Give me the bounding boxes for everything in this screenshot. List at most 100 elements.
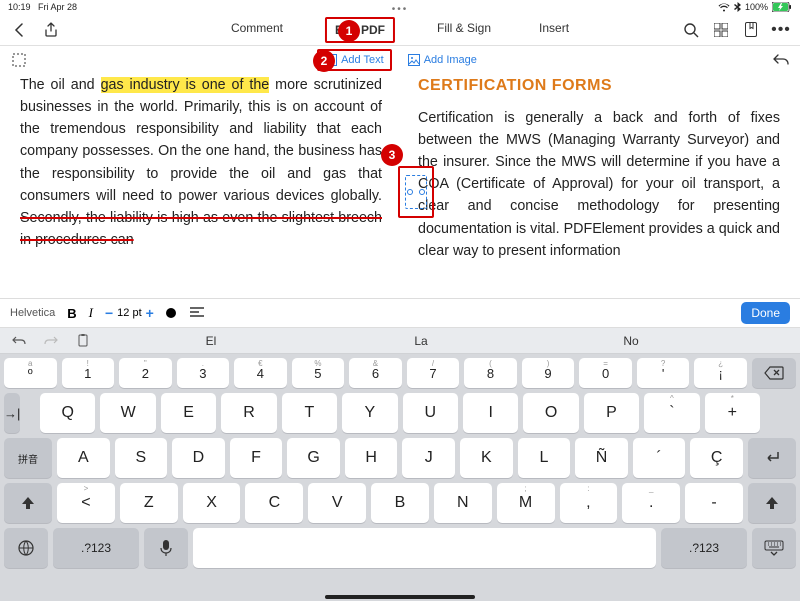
key-mic[interactable] xyxy=(144,528,188,568)
key-B[interactable]: B xyxy=(371,483,429,523)
font-size-increase[interactable]: + xyxy=(146,305,154,321)
handle-right[interactable] xyxy=(419,189,425,195)
key-Y[interactable]: Y xyxy=(342,393,397,433)
key-U[interactable]: U xyxy=(403,393,458,433)
key-8[interactable]: (8 xyxy=(464,358,517,388)
key-5[interactable]: %5 xyxy=(292,358,345,388)
new-text-box[interactable] xyxy=(398,166,434,218)
share-icon[interactable] xyxy=(42,21,60,39)
key-2[interactable]: "2 xyxy=(119,358,172,388)
key-D[interactable]: D xyxy=(172,438,225,478)
key-W[interactable]: W xyxy=(100,393,155,433)
kbd-redo-icon[interactable] xyxy=(42,335,60,347)
key-return[interactable] xyxy=(748,438,796,478)
key-¡[interactable]: ¿¡ xyxy=(694,358,747,388)
key-.[interactable]: _. xyxy=(622,483,680,523)
selection-tool-icon[interactable] xyxy=(10,51,28,69)
key-X[interactable]: X xyxy=(183,483,241,523)
key-3[interactable]: .3 xyxy=(177,358,230,388)
font-size-stepper: − 12 pt + xyxy=(105,305,154,321)
more-icon[interactable]: ••• xyxy=(772,21,790,39)
key-shift-right[interactable] xyxy=(748,483,796,523)
key-L[interactable]: L xyxy=(518,438,571,478)
key-1[interactable]: !1 xyxy=(62,358,115,388)
key-backspace[interactable] xyxy=(752,358,796,388)
key-dismiss-keyboard[interactable] xyxy=(752,528,796,568)
align-button[interactable] xyxy=(188,304,206,322)
doc-column-right[interactable]: Certification Forms Certification is gen… xyxy=(400,74,780,298)
tab-insert[interactable]: Insert xyxy=(533,17,575,43)
key-G[interactable]: G xyxy=(287,438,340,478)
key-numsym-left[interactable]: .?123 xyxy=(53,528,139,568)
font-size-decrease[interactable]: − xyxy=(105,305,113,321)
key-´[interactable]: ´ xyxy=(633,438,686,478)
key-,[interactable]: :, xyxy=(560,483,618,523)
key-K[interactable]: K xyxy=(460,438,513,478)
kbd-undo-icon[interactable] xyxy=(10,335,28,347)
search-icon[interactable] xyxy=(682,21,700,39)
wifi-icon xyxy=(718,3,730,12)
kbd-clipboard-icon[interactable] xyxy=(74,334,92,347)
suggestions: El La No xyxy=(106,334,736,348)
text-color-button[interactable] xyxy=(166,308,176,318)
doc-column-left[interactable]: The oil and gas industry is one of the m… xyxy=(20,74,400,298)
key-F[interactable]: F xyxy=(230,438,283,478)
key-V[interactable]: V xyxy=(308,483,366,523)
undo-icon[interactable] xyxy=(772,51,790,69)
key-4[interactable]: €4 xyxy=(234,358,287,388)
key-0[interactable]: =0 xyxy=(579,358,632,388)
key-I[interactable]: I xyxy=(463,393,518,433)
done-button[interactable]: Done xyxy=(741,302,790,324)
font-family-selector[interactable]: Helvetica xyxy=(10,307,55,319)
key-J[interactable]: J xyxy=(402,438,455,478)
key-space[interactable] xyxy=(193,528,656,568)
key-A[interactable]: A xyxy=(57,438,110,478)
handle-left[interactable] xyxy=(407,189,413,195)
home-indicator[interactable] xyxy=(325,595,475,599)
key-º[interactable]: aº xyxy=(4,358,57,388)
key-Ñ[interactable]: Ñ xyxy=(575,438,628,478)
back-button[interactable] xyxy=(10,21,28,39)
key-Q[interactable]: Q xyxy=(40,393,95,433)
bookmark-icon[interactable] xyxy=(742,21,760,39)
key-shift-left[interactable] xyxy=(4,483,52,523)
key-C[interactable]: C xyxy=(245,483,303,523)
key-R[interactable]: R xyxy=(221,393,276,433)
italic-button[interactable]: I xyxy=(89,305,93,321)
key-+[interactable]: *+ xyxy=(705,393,760,433)
text-box-selection[interactable] xyxy=(405,175,427,209)
key-E[interactable]: E xyxy=(161,393,216,433)
doc-left-post: more scrutinized businesses in the world… xyxy=(20,77,382,204)
key-N[interactable]: N xyxy=(434,483,492,523)
key-Ç[interactable]: Ç xyxy=(690,438,743,478)
key-pinyin[interactable]: 拼音 xyxy=(4,438,52,478)
key-P[interactable]: P xyxy=(584,393,639,433)
key--[interactable]: - xyxy=(685,483,743,523)
key-T[interactable]: T xyxy=(282,393,337,433)
key-tab[interactable]: →| xyxy=(4,393,20,433)
key-7[interactable]: /7 xyxy=(407,358,460,388)
key-Z[interactable]: Z xyxy=(120,483,178,523)
multitask-dots-icon[interactable]: ••• xyxy=(392,4,409,15)
key-H[interactable]: H xyxy=(345,438,398,478)
suggestion-1[interactable]: El xyxy=(106,334,316,348)
tab-fill-sign[interactable]: Fill & Sign xyxy=(431,17,497,43)
key-M[interactable]: ;M xyxy=(497,483,555,523)
key-S[interactable]: S xyxy=(115,438,168,478)
grid-icon[interactable] xyxy=(712,21,730,39)
bold-button[interactable]: B xyxy=(67,306,76,321)
key-O[interactable]: O xyxy=(523,393,578,433)
key-'[interactable]: ?' xyxy=(637,358,690,388)
secondary-toolbar: T Add Text Add Image xyxy=(0,46,800,74)
key-6[interactable]: &6 xyxy=(349,358,402,388)
key-<[interactable]: >< xyxy=(57,483,115,523)
key-numsym-right[interactable]: .?123 xyxy=(661,528,747,568)
add-image-button[interactable]: Add Image xyxy=(402,51,483,69)
key-`[interactable]: ^` xyxy=(644,393,699,433)
key-globe[interactable] xyxy=(4,528,48,568)
key-9[interactable]: )9 xyxy=(522,358,575,388)
tab-comment[interactable]: Comment xyxy=(225,17,289,43)
suggestion-2[interactable]: La xyxy=(316,334,526,348)
bluetooth-icon xyxy=(734,2,741,12)
suggestion-3[interactable]: No xyxy=(526,334,736,348)
